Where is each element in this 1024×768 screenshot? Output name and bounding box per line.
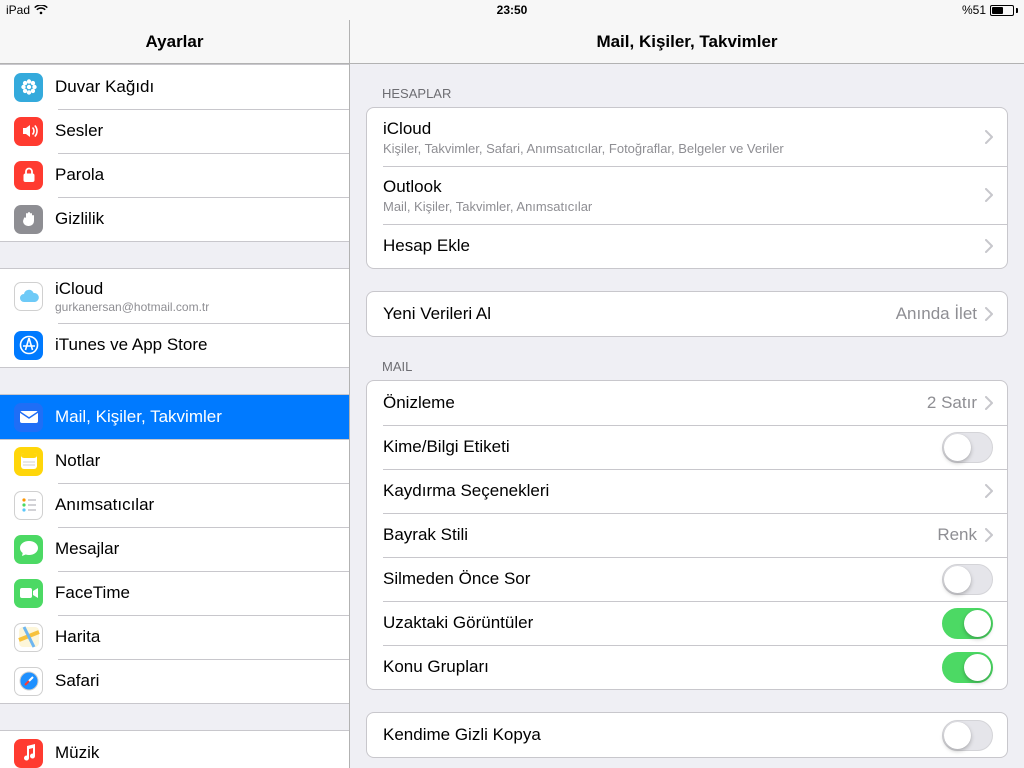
- notes-icon: [14, 447, 43, 476]
- detail-row[interactable]: Konu Grupları: [367, 645, 1007, 689]
- sidebar-item-label: iTunes ve App Store: [55, 335, 207, 355]
- sidebar-item-facetime[interactable]: FaceTime: [0, 571, 349, 615]
- wifi-icon: [34, 5, 48, 15]
- sidebar-item-sounds[interactable]: Sesler: [0, 109, 349, 153]
- section-header: Hesaplar: [350, 64, 1024, 107]
- detail-title: Mail, Kişiler, Takvimler: [350, 20, 1024, 64]
- battery-icon: [990, 5, 1018, 16]
- detail-row-value: Renk: [937, 525, 977, 545]
- chevron-right-icon: [985, 188, 993, 202]
- sidebar-item-music[interactable]: Müzik: [0, 731, 349, 768]
- detail-row-label: Silmeden Önce Sor: [383, 569, 942, 589]
- flower-icon: [14, 73, 43, 102]
- messages-icon: [14, 535, 43, 564]
- detail-row[interactable]: Silmeden Önce Sor: [367, 557, 1007, 601]
- chevron-right-icon: [985, 239, 993, 253]
- sidebar-item-maps[interactable]: Harita: [0, 615, 349, 659]
- detail-row-label: iCloud: [383, 119, 985, 139]
- detail-scroll[interactable]: Hesaplar iCloud Kişiler, Takvimler, Safari…: [350, 64, 1024, 768]
- detail-pane: Mail, Kişiler, Takvimler Hesaplar iCloud K…: [350, 20, 1024, 768]
- toggle[interactable]: [942, 432, 993, 463]
- cloud-icon: [14, 282, 43, 311]
- sidebar-item-label: Notlar: [55, 451, 100, 471]
- detail-row-label: Kaydırma Seçenekleri: [383, 481, 985, 501]
- speaker-icon: [14, 117, 43, 146]
- sidebar-item-label: iCloud: [55, 279, 209, 299]
- sidebar-item-label: Duvar Kağıdı: [55, 77, 154, 97]
- chevron-right-icon: [985, 396, 993, 410]
- detail-row-value: Anında İlet: [896, 304, 977, 324]
- sidebar-item-notes[interactable]: Notlar: [0, 439, 349, 483]
- mail-icon: [14, 403, 43, 432]
- sidebar-title: Ayarlar: [0, 20, 349, 64]
- detail-row-label: Kime/Bilgi Etiketi: [383, 437, 942, 457]
- sidebar-item-label: Sesler: [55, 121, 103, 141]
- maps-icon: [14, 623, 43, 652]
- lock-icon: [14, 161, 43, 190]
- detail-row[interactable]: Önizleme2 Satır: [367, 381, 1007, 425]
- detail-row-label: Uzaktaki Görüntüler: [383, 613, 942, 633]
- detail-row-label: Bayrak Stili: [383, 525, 937, 545]
- toggle[interactable]: [942, 720, 993, 751]
- sidebar-item-label: Parola: [55, 165, 104, 185]
- sidebar-item-label: FaceTime: [55, 583, 130, 603]
- detail-row[interactable]: Uzaktaki Görüntüler: [367, 601, 1007, 645]
- music-icon: [14, 739, 43, 768]
- facetime-icon: [14, 579, 43, 608]
- chevron-right-icon: [985, 484, 993, 498]
- chevron-right-icon: [985, 130, 993, 144]
- detail-row[interactable]: Bayrak StiliRenk: [367, 513, 1007, 557]
- sidebar-item-privacy[interactable]: Gizlilik: [0, 197, 349, 241]
- sidebar-item-label: Safari: [55, 671, 99, 691]
- sidebar-item-label: Müzik: [55, 743, 99, 763]
- statusbar-time: 23:50: [497, 3, 528, 17]
- detail-row[interactable]: Outlook Mail, Kişiler, Takvimler, Anımsat…: [367, 166, 1007, 224]
- safari-icon: [14, 667, 43, 696]
- hand-icon: [14, 205, 43, 234]
- sidebar-item-sublabel: gurkanersan@hotmail.com.tr: [55, 300, 209, 314]
- sidebar-item-icloud[interactable]: iCloudgurkanersan@hotmail.com.tr: [0, 269, 349, 323]
- sidebar-item-passcode[interactable]: Parola: [0, 153, 349, 197]
- section-header: Mail: [350, 337, 1024, 380]
- detail-row-label: Kendime Gizli Kopya: [383, 725, 942, 745]
- chevron-right-icon: [985, 528, 993, 542]
- sidebar-item-wallpaper[interactable]: Duvar Kağıdı: [0, 65, 349, 109]
- sidebar-item-label: Anımsatıcılar: [55, 495, 154, 515]
- sidebar-item-safari[interactable]: Safari: [0, 659, 349, 703]
- toggle[interactable]: [942, 608, 993, 639]
- statusbar-battery-text: %51: [962, 3, 986, 17]
- detail-row[interactable]: Kendime Gizli Kopya: [367, 713, 1007, 757]
- settings-sidebar: Ayarlar Duvar Kağıdı Sesler Parola Gizlilik…: [0, 20, 350, 768]
- sidebar-item-reminders[interactable]: Anımsatıcılar: [0, 483, 349, 527]
- sidebar-scroll[interactable]: Duvar Kağıdı Sesler Parola Gizlilik iCloudgu…: [0, 64, 349, 768]
- sidebar-item-label: Gizlilik: [55, 209, 104, 229]
- detail-row-label: Outlook: [383, 177, 985, 197]
- detail-row[interactable]: Hesap Ekle: [367, 224, 1007, 268]
- sidebar-item-label: Mail, Kişiler, Takvimler: [55, 407, 222, 427]
- reminders-icon: [14, 491, 43, 520]
- sidebar-item-appstore[interactable]: iTunes ve App Store: [0, 323, 349, 367]
- appstore-icon: [14, 331, 43, 360]
- detail-row[interactable]: Yeni Verileri AlAnında İlet: [367, 292, 1007, 336]
- statusbar-device: iPad: [6, 3, 30, 17]
- detail-row-label: Hesap Ekle: [383, 236, 985, 256]
- detail-row[interactable]: Kime/Bilgi Etiketi: [367, 425, 1007, 469]
- chevron-right-icon: [985, 307, 993, 321]
- sidebar-item-messages[interactable]: Mesajlar: [0, 527, 349, 571]
- detail-row-sublabel: Mail, Kişiler, Takvimler, Anımsatıcılar: [383, 199, 985, 214]
- detail-row[interactable]: Kaydırma Seçenekleri: [367, 469, 1007, 513]
- detail-row-label: Yeni Verileri Al: [383, 304, 896, 324]
- status-bar: iPad 23:50 %51: [0, 0, 1024, 20]
- detail-row-label: Önizleme: [383, 393, 927, 413]
- detail-row-label: Konu Grupları: [383, 657, 942, 677]
- detail-row[interactable]: iCloud Kişiler, Takvimler, Safari, Anımsa…: [367, 108, 1007, 166]
- sidebar-item-label: Harita: [55, 627, 100, 647]
- detail-row-value: 2 Satır: [927, 393, 977, 413]
- sidebar-item-mail[interactable]: Mail, Kişiler, Takvimler: [0, 395, 349, 439]
- toggle[interactable]: [942, 564, 993, 595]
- sidebar-item-label: Mesajlar: [55, 539, 119, 559]
- detail-row-sublabel: Kişiler, Takvimler, Safari, Anımsatıcıla…: [383, 141, 985, 156]
- toggle[interactable]: [942, 652, 993, 683]
